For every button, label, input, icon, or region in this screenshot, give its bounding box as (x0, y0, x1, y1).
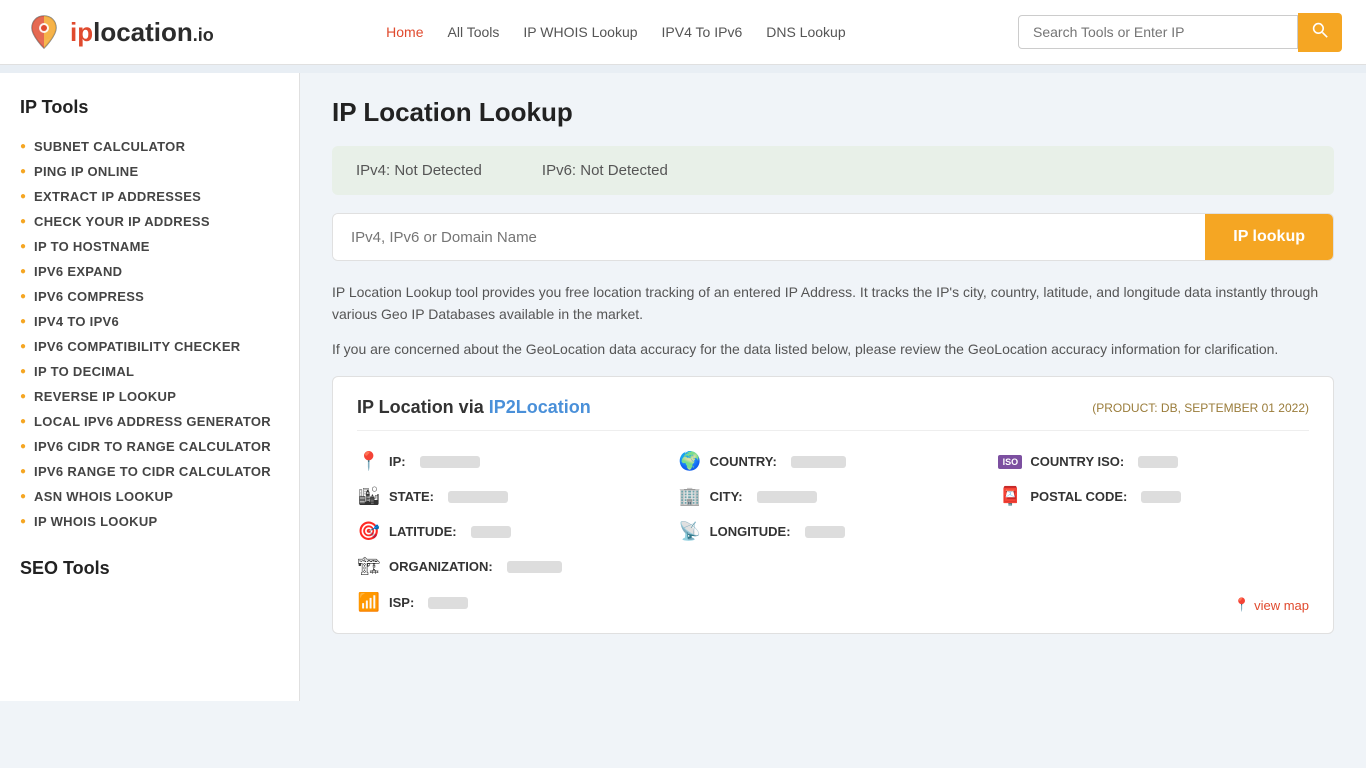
sidebar-item-ipv6-compress[interactable]: IPV6 COMPRESS (20, 284, 279, 309)
result-postal: 📮 POSTAL CODE: (998, 486, 1309, 507)
country-iso-label: COUNTRY ISO: (1030, 454, 1124, 469)
isp-label: ISP: (389, 595, 414, 610)
result-org: 🏗 ORGANIZATION: (357, 556, 1309, 577)
results-card: IP Location via IP2Location (PRODUCT: DB… (332, 376, 1334, 634)
result-city: 🏢 CITY: (678, 486, 989, 507)
nav-dns-lookup[interactable]: DNS Lookup (766, 24, 845, 40)
logo-io: .io (193, 25, 214, 45)
logo[interactable]: iplocation.io (24, 12, 214, 52)
org-label: ORGANIZATION: (389, 559, 493, 574)
country-iso-icon: ISO (998, 455, 1022, 469)
description-1: IP Location Lookup tool provides you fre… (332, 281, 1334, 326)
sidebar-item-ipv4-ipv6[interactable]: IPV4 TO IPV6 (20, 309, 279, 334)
results-header: IP Location via IP2Location (PRODUCT: DB… (357, 397, 1309, 431)
state-icon: 🏙 (357, 486, 381, 507)
latitude-label: LATITUDE: (389, 524, 457, 539)
ip-detection-banner: IPv4: Not Detected IPv6: Not Detected (332, 146, 1334, 195)
longitude-icon: 📡 (678, 521, 702, 542)
sidebar-item-ping[interactable]: PING IP ONLINE (20, 159, 279, 184)
result-country-iso: ISO COUNTRY ISO: (998, 451, 1309, 472)
city-icon: 🏢 (678, 486, 702, 507)
ip-tools-list: SUBNET CALCULATOR PING IP ONLINE EXTRACT… (20, 134, 279, 534)
sidebar: IP Tools SUBNET CALCULATOR PING IP ONLIN… (0, 73, 300, 701)
country-value (791, 456, 846, 468)
result-latitude: 🎯 LATITUDE: (357, 521, 668, 542)
results-title: IP Location via IP2Location (357, 397, 591, 418)
sidebar-item-reverse-ip[interactable]: REVERSE IP LOOKUP (20, 384, 279, 409)
result-isp: 📶 ISP: (357, 592, 468, 613)
sidebar-item-range-cidr[interactable]: IPV6 RANGE TO CIDR CALCULATOR (20, 459, 279, 484)
sub-header-divider (0, 65, 1366, 73)
results-grid: 📍 IP: 🌍 COUNTRY: ISO COUNTRY ISO: 🏙 (357, 451, 1309, 542)
sidebar-item-cidr-range[interactable]: IPV6 CIDR TO RANGE CALCULATOR (20, 434, 279, 459)
layout: IP Tools SUBNET CALCULATOR PING IP ONLIN… (0, 73, 1366, 701)
country-label: COUNTRY: (710, 454, 777, 469)
longitude-label: LONGITUDE: (710, 524, 791, 539)
ip2location-link[interactable]: IP2Location (489, 397, 591, 417)
country-iso-value (1138, 456, 1178, 468)
lookup-input[interactable] (333, 214, 1205, 260)
sidebar-item-ip-whois[interactable]: IP WHOIS LOOKUP (20, 509, 279, 534)
state-label: STATE: (389, 489, 434, 504)
page-title: IP Location Lookup (332, 97, 1334, 128)
sidebar-item-check-ip[interactable]: CHECK YOUR IP ADDRESS (20, 209, 279, 234)
isp-value (428, 597, 468, 609)
sidebar-item-ipv6-expand[interactable]: IPV6 EXPAND (20, 259, 279, 284)
sidebar-item-asn-whois[interactable]: ASN WHOIS LOOKUP (20, 484, 279, 509)
sidebar-item-ip-decimal[interactable]: IP TO DECIMAL (20, 359, 279, 384)
nav-ipv4-ipv6[interactable]: IPV4 To IPv6 (662, 24, 743, 40)
city-value (757, 491, 817, 503)
ip-label: IP: (389, 454, 406, 469)
search-icon (1312, 22, 1328, 38)
nav-all-tools[interactable]: All Tools (448, 24, 500, 40)
result-country: 🌍 COUNTRY: (678, 451, 989, 472)
ipv6-detection: IPv6: Not Detected (542, 162, 668, 179)
org-icon: 🏗 (357, 556, 381, 577)
lookup-box: IP lookup (332, 213, 1334, 261)
result-ip: 📍 IP: (357, 451, 668, 472)
results-meta: (PRODUCT: DB, SEPTEMBER 01 2022) (1092, 401, 1309, 415)
latitude-value (471, 526, 511, 538)
main-nav: Home All Tools IP WHOIS Lookup IPV4 To I… (386, 24, 845, 40)
seo-tools-title: SEO Tools (20, 558, 279, 579)
logo-location: location (93, 17, 193, 47)
sidebar-item-ipv6-compat[interactable]: IPV6 COMPATIBILITY CHECKER (20, 334, 279, 359)
postal-label: POSTAL CODE: (1030, 489, 1127, 504)
search-bar (1018, 13, 1342, 52)
logo-ip: ip (70, 17, 93, 47)
latitude-icon: 🎯 (357, 521, 381, 542)
main-content: IP Location Lookup IPv4: Not Detected IP… (300, 73, 1366, 701)
logo-pin-icon (24, 12, 64, 52)
sidebar-item-ip-hostname[interactable]: IP TO HOSTNAME (20, 234, 279, 259)
ip-value (420, 456, 480, 468)
city-label: CITY: (710, 489, 743, 504)
postal-icon: 📮 (998, 486, 1022, 507)
lookup-button[interactable]: IP lookup (1205, 214, 1333, 260)
org-value (507, 561, 562, 573)
nav-ip-whois[interactable]: IP WHOIS Lookup (523, 24, 637, 40)
description-2: If you are concerned about the GeoLocati… (332, 338, 1334, 360)
search-input[interactable] (1018, 15, 1298, 49)
longitude-value (805, 526, 845, 538)
sidebar-item-local-ipv6[interactable]: LOCAL IPV6 ADDRESS GENERATOR (20, 409, 279, 434)
result-state: 🏙 STATE: (357, 486, 668, 507)
ipv4-detection: IPv4: Not Detected (356, 162, 482, 179)
nav-home[interactable]: Home (386, 24, 423, 40)
header: iplocation.io Home All Tools IP WHOIS Lo… (0, 0, 1366, 65)
ip-icon: 📍 (357, 451, 381, 472)
sidebar-item-subnet[interactable]: SUBNET CALCULATOR (20, 134, 279, 159)
sidebar-item-extract-ip[interactable]: EXTRACT IP ADDRESSES (20, 184, 279, 209)
country-icon: 🌍 (678, 451, 702, 472)
view-map-link[interactable]: 📍 view map (1234, 597, 1309, 613)
isp-icon: 📶 (357, 592, 381, 613)
postal-value (1141, 491, 1181, 503)
search-button[interactable] (1298, 13, 1342, 52)
map-pin-icon: 📍 (1234, 597, 1250, 613)
ip-tools-title: IP Tools (20, 97, 279, 118)
state-value (448, 491, 508, 503)
result-longitude: 📡 LONGITUDE: (678, 521, 989, 542)
